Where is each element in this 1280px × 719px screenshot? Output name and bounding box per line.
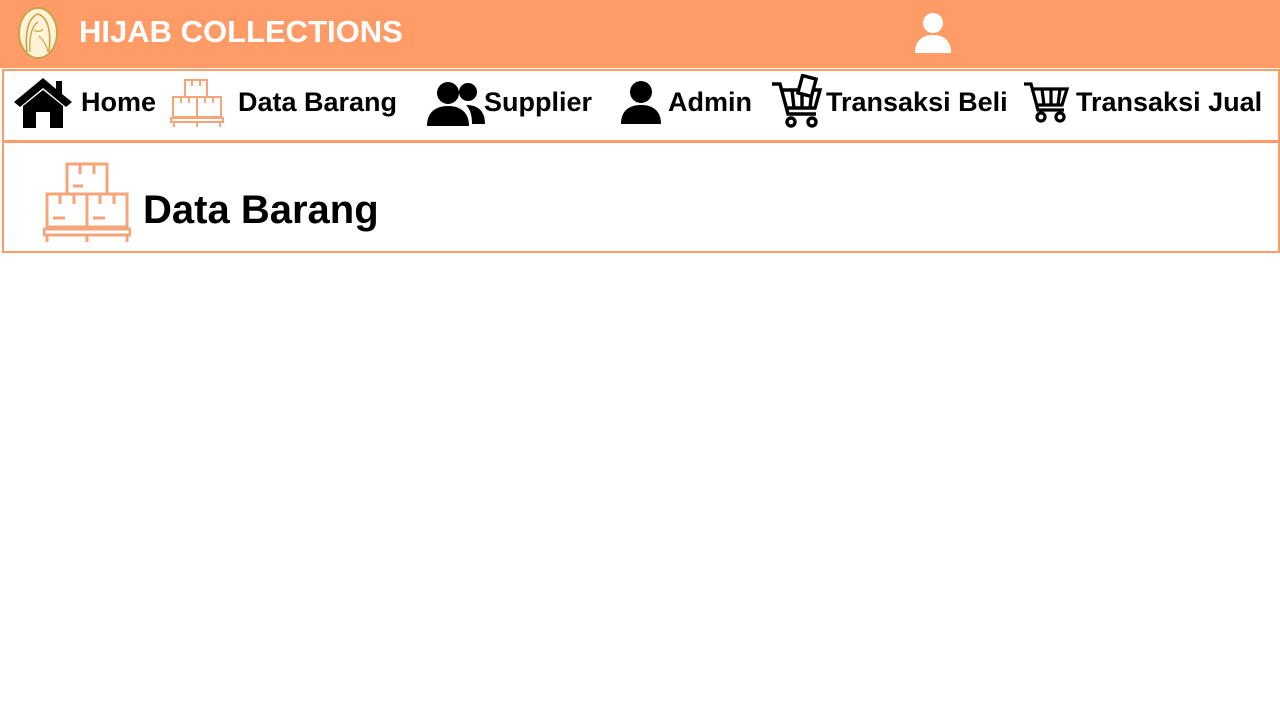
nav-item-transaksi-beli[interactable]: Transaksi Beli bbox=[770, 71, 1010, 140]
user-icon[interactable] bbox=[911, 10, 955, 54]
main-nav: Home Data Barang Supplier Admin Transaks… bbox=[2, 69, 1280, 142]
nav-item-home[interactable]: Home bbox=[12, 71, 162, 140]
user-icon bbox=[621, 81, 661, 124]
nav-label-transaksi-jual: Transaksi Jual bbox=[1076, 87, 1263, 117]
nav-item-transaksi-jual[interactable]: Transaksi Jual bbox=[1022, 71, 1272, 140]
hijab-logo-icon bbox=[18, 7, 58, 59]
nav-item-data-barang[interactable]: Data Barang bbox=[168, 71, 408, 140]
nav-item-admin[interactable]: Admin bbox=[620, 71, 760, 140]
top-header: HIJAB COLLECTIONS bbox=[0, 0, 1280, 68]
boxes-icon bbox=[43, 162, 131, 242]
users-icon bbox=[427, 82, 485, 126]
cart-icon bbox=[1024, 82, 1070, 123]
brand-title: HIJAB COLLECTIONS bbox=[79, 14, 403, 49]
nav-label-transaksi-beli: Transaksi Beli bbox=[826, 87, 1008, 117]
nav-label-home: Home bbox=[81, 87, 157, 117]
home-icon bbox=[14, 78, 72, 128]
cart-with-phone-icon bbox=[772, 74, 823, 128]
nav-label-admin: Admin bbox=[668, 87, 752, 117]
page-header-panel: Data Barang bbox=[2, 141, 1280, 253]
nav-label-data-barang: Data Barang bbox=[238, 87, 398, 117]
nav-item-supplier[interactable]: Supplier bbox=[424, 71, 604, 140]
page-title: Data Barang bbox=[143, 188, 379, 232]
boxes-icon bbox=[170, 79, 224, 127]
nav-label-supplier: Supplier bbox=[484, 87, 593, 117]
